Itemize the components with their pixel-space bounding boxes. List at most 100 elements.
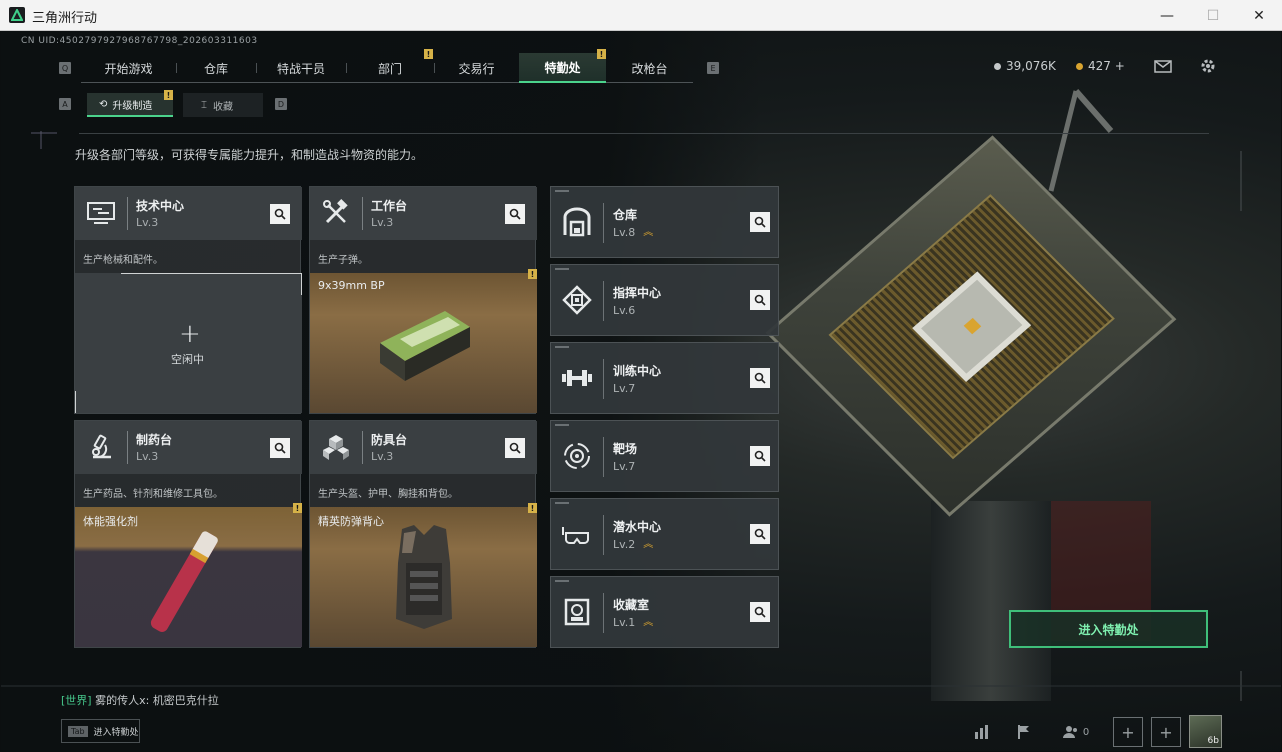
close-button[interactable]: ✕ bbox=[1236, 0, 1282, 31]
sub-nav: ⟲ 升级制造 ! ⌶ 收藏 bbox=[87, 90, 263, 117]
workshop-card-pharmacy[interactable]: 制药台 Lv.3 生产药品、针剂和维修工具包。 体能强化剂 ! bbox=[74, 420, 302, 648]
upgrade-craft-alert-badge: ! bbox=[164, 90, 173, 100]
armor-cubes-icon bbox=[318, 431, 354, 463]
friends-button[interactable]: 0 bbox=[1056, 717, 1096, 747]
search-icon[interactable] bbox=[750, 368, 770, 388]
tab-hint-button[interactable]: Tab 进入特勤处 bbox=[61, 719, 140, 743]
workshop-description: 生产枪械和配件。 bbox=[83, 255, 163, 266]
player-uid: CN UID:4502797927968767798_202603311603 bbox=[21, 36, 258, 46]
search-icon[interactable] bbox=[750, 212, 770, 232]
main-nav: 开始游戏 仓库 特战干员 部门 ! 交易行 特勤处 ! 改枪台 bbox=[81, 49, 693, 83]
currency-bonds[interactable]: 427 + bbox=[1076, 59, 1125, 73]
search-icon[interactable] bbox=[270, 204, 290, 224]
upgrade-available-icon: ︽ bbox=[643, 538, 654, 550]
department-card-command-center[interactable]: 指挥中心 Lv.6 bbox=[550, 264, 779, 336]
department-card-collection-room[interactable]: 收藏室 Lv.1 ︽ bbox=[550, 576, 779, 648]
computer-icon bbox=[83, 197, 119, 229]
workshop-description: 生产子弹。 bbox=[318, 255, 368, 266]
special-ops-alert-badge: ! bbox=[597, 49, 606, 59]
friends-count: 0 bbox=[1082, 726, 1090, 738]
maximize-button[interactable]: ☐ bbox=[1190, 0, 1236, 31]
tab-hint-label: 进入特勤处 bbox=[93, 727, 139, 738]
production-slot-ammo[interactable]: 9x39mm BP ! bbox=[310, 269, 537, 413]
hammer-wrench-icon bbox=[318, 197, 354, 229]
department-name: 仓库 bbox=[613, 208, 638, 222]
tab-warehouse[interactable]: 仓库 bbox=[176, 53, 256, 83]
armor-vest-image bbox=[396, 525, 452, 629]
minimize-button[interactable]: — bbox=[1144, 0, 1190, 31]
page-description: 升级各部门等级，可获得专属能力提升，和制造战斗物资的能力。 bbox=[75, 148, 424, 162]
stats-chart-icon[interactable] bbox=[967, 717, 997, 747]
search-icon[interactable] bbox=[270, 438, 290, 458]
workshop-card-armor-bench[interactable]: 防具台 Lv.3 生产头盔、护甲、胸挂和背包。 精英防弹背心 ! bbox=[309, 420, 537, 648]
slot-idle-label: 空闲中 bbox=[171, 353, 204, 366]
search-icon[interactable] bbox=[750, 602, 770, 622]
department-name: 训练中心 bbox=[613, 364, 662, 378]
diving-mask-icon bbox=[561, 517, 593, 551]
department-card-diving-center[interactable]: 潜水中心 Lv.2 ︽ bbox=[550, 498, 779, 570]
department-card-shooting-range[interactable]: 靶场 Lv.7 bbox=[550, 420, 779, 492]
tab-special-ops[interactable]: 特勤处 bbox=[519, 53, 606, 83]
department-level: Lv.7 bbox=[613, 382, 636, 395]
stim-injector-image bbox=[150, 531, 218, 632]
slot-alert-badge: ! bbox=[293, 503, 302, 513]
slot-item-name: 9x39mm BP bbox=[318, 279, 385, 292]
workshop-description: 生产头盔、护甲、胸挂和背包。 bbox=[318, 489, 458, 500]
department-name: 靶场 bbox=[613, 442, 638, 456]
department-level: Lv.2 bbox=[613, 538, 636, 551]
department-level: Lv.6 bbox=[613, 304, 636, 317]
add-production-plus-icon: + bbox=[179, 319, 201, 349]
enter-special-ops-button[interactable]: 进入特勤处 bbox=[1009, 610, 1208, 648]
mail-icon[interactable] bbox=[1151, 55, 1175, 77]
upgrade-craft-icon: ⟲ bbox=[99, 98, 108, 110]
collection-trophy-icon: ⌶ bbox=[201, 99, 207, 111]
tab-trading[interactable]: 交易行 bbox=[434, 53, 519, 83]
command-chip-icon bbox=[561, 283, 593, 317]
search-icon[interactable] bbox=[505, 438, 525, 458]
slot-item-name: 体能强化剂 bbox=[83, 515, 138, 528]
window-title: 三角洲行动 bbox=[32, 11, 98, 26]
department-card-training-center[interactable]: 训练中心 Lv.7 bbox=[550, 342, 779, 414]
production-slot-vest[interactable]: 精英防弹背心 ! bbox=[310, 503, 537, 647]
production-slot-stim[interactable]: 体能强化剂 ! bbox=[75, 503, 302, 647]
search-icon[interactable] bbox=[750, 290, 770, 310]
microscope-icon bbox=[83, 431, 119, 463]
workshop-card-tech-center[interactable]: 技术中心 Lv.3 生产枪械和配件。 + 空闲中 bbox=[74, 186, 302, 414]
tab-departments[interactable]: 部门 bbox=[346, 53, 434, 83]
search-icon[interactable] bbox=[505, 204, 525, 224]
chat-sender: 雾的传人x: bbox=[95, 694, 150, 707]
ammo-box-image bbox=[380, 311, 470, 381]
subnav-key-d: D bbox=[275, 98, 287, 110]
tab-operators[interactable]: 特战干员 bbox=[256, 53, 346, 83]
subtab-collection[interactable]: ⌶ 收藏 bbox=[183, 93, 263, 117]
department-card-warehouse[interactable]: 仓库 Lv.8 ︽ bbox=[550, 186, 779, 258]
special-ops-cube-artwork bbox=[765, 135, 1177, 517]
settings-gear-icon[interactable] bbox=[1196, 55, 1220, 77]
tab-start-game[interactable]: 开始游戏 bbox=[81, 53, 176, 83]
tab-gunsmith[interactable]: 改枪台 bbox=[606, 53, 693, 83]
add-teammate-button-2[interactable]: + bbox=[1151, 717, 1181, 747]
workshop-level: Lv.3 bbox=[371, 450, 394, 463]
search-icon[interactable] bbox=[750, 524, 770, 544]
production-slot-empty[interactable]: + 空闲中 bbox=[75, 273, 302, 413]
department-name: 收藏室 bbox=[613, 598, 650, 612]
target-icon bbox=[561, 439, 593, 473]
department-name: 潜水中心 bbox=[613, 520, 662, 534]
subtab-upgrade-craft[interactable]: ⟲ 升级制造 bbox=[87, 93, 173, 117]
workshop-level: Lv.3 bbox=[136, 216, 159, 229]
department-level: Lv.8 bbox=[613, 226, 636, 239]
workshop-card-workbench[interactable]: 工作台 Lv.3 生产子弹。 9x39mm BP ! bbox=[309, 186, 537, 414]
world-chat-message[interactable]: [世界] 雾的传人x: 机密巴克什拉 bbox=[61, 692, 219, 708]
collection-icon bbox=[561, 595, 593, 629]
department-level: Lv.7 bbox=[613, 460, 636, 473]
workshop-name: 防具台 bbox=[371, 433, 408, 447]
nav-key-q: Q bbox=[59, 62, 71, 74]
window-titlebar: 三角洲行动 — ☐ ✕ bbox=[0, 0, 1282, 31]
add-teammate-button-1[interactable]: + bbox=[1113, 717, 1143, 747]
player-avatar[interactable]: 6b bbox=[1189, 715, 1222, 748]
upgrade-available-icon: ︽ bbox=[643, 226, 654, 238]
chat-text: 机密巴克什拉 bbox=[152, 694, 219, 707]
search-icon[interactable] bbox=[750, 446, 770, 466]
flag-icon[interactable] bbox=[1009, 717, 1039, 747]
subnav-key-a: A bbox=[59, 98, 71, 110]
